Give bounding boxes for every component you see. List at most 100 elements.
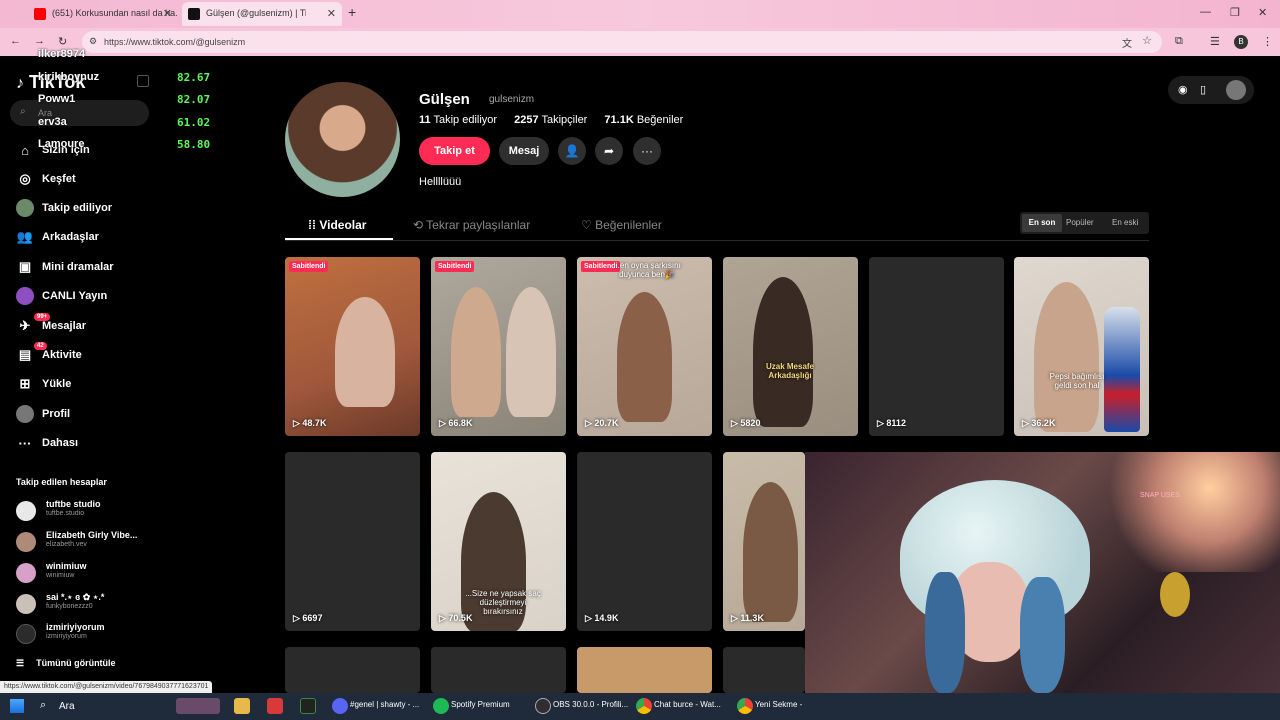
app-icon[interactable] bbox=[267, 698, 283, 714]
see-all-button[interactable]: ☰ Tümünü görüntüle bbox=[16, 658, 116, 669]
video-card[interactable]: Pepsi bağımlısı geldi son hal ▷ 36.2K bbox=[1014, 257, 1149, 436]
sidebar-item-mini-dramas[interactable]: ▣ Mini dramalar bbox=[16, 258, 256, 284]
search-input[interactable]: ⌕ Ara bbox=[10, 100, 149, 126]
view-count: ▷ 8112 bbox=[877, 418, 906, 429]
sidebar-item-more[interactable]: ··· Dahası bbox=[16, 434, 256, 460]
app-icon[interactable] bbox=[300, 698, 316, 714]
play-icon: ▷ bbox=[293, 613, 303, 623]
message-button[interactable]: Mesaj bbox=[499, 137, 549, 165]
video-card[interactable] bbox=[431, 647, 566, 693]
sort-option-popular[interactable]: Popüler bbox=[1066, 218, 1094, 227]
tab-videos[interactable]: ⁞⁞ Videolar bbox=[308, 218, 366, 232]
sidebar-item-live[interactable]: CANLI Yayın bbox=[16, 287, 256, 313]
tab-reposts[interactable]: ⟲ Tekrar paylaşılanlar bbox=[413, 218, 530, 232]
video-thumbnail-figure bbox=[743, 482, 798, 622]
reload-icon[interactable]: ↻ bbox=[58, 35, 67, 48]
tab-liked[interactable]: ♡ Beğenilenler bbox=[581, 218, 662, 232]
video-card[interactable] bbox=[723, 647, 805, 693]
username: gulsenizm bbox=[489, 94, 535, 105]
bookmark-star-icon[interactable]: ☆ bbox=[1142, 34, 1152, 47]
new-tab-button[interactable]: + bbox=[348, 4, 356, 20]
profile-avatar[interactable]: B bbox=[1234, 35, 1248, 49]
sidebar-item-label: Profil bbox=[42, 408, 71, 420]
more-options-button[interactable]: ··· bbox=[633, 137, 661, 165]
video-card[interactable]: Sabitlendi ▷ 48.7K bbox=[285, 257, 420, 436]
video-card[interactable]: ▷ 14.9K bbox=[577, 452, 712, 631]
view-count: ▷ 5820 bbox=[731, 418, 760, 429]
minimize-icon[interactable]: — bbox=[1200, 6, 1211, 18]
site-info-icon[interactable]: ⚙ bbox=[89, 36, 97, 47]
forward-icon[interactable]: → bbox=[34, 35, 45, 47]
spotify-icon[interactable] bbox=[433, 698, 449, 714]
collapse-sidebar-icon[interactable] bbox=[137, 75, 149, 87]
browser-tab-youtube[interactable]: (651) Korkusundan nasıl da ha... ✕ bbox=[28, 2, 178, 26]
taskbar-app-chrome-chat[interactable]: Chat burce - Wat... bbox=[654, 700, 721, 709]
close-tab-icon[interactable]: ✕ bbox=[163, 7, 172, 20]
sidebar-item-messages[interactable]: ✈ 99+ Mesajlar bbox=[16, 313, 256, 343]
url-field[interactable]: ⚙ https://www.tiktok.com/@gulsenizm 文 ☆ bbox=[82, 31, 1162, 53]
video-card[interactable]: Uzak Mesafe Arkadaşlığı ▷ 5820 bbox=[723, 257, 858, 436]
add-user-icon: 👤 bbox=[564, 144, 580, 158]
back-icon[interactable]: ← bbox=[10, 35, 21, 47]
device-icon[interactable]: ▯ bbox=[1200, 83, 1206, 96]
extensions-icon[interactable]: ⧉ bbox=[1175, 35, 1183, 48]
browser-tab-tiktok[interactable]: Gülşen (@gulsenizm) | TikT... ✕ bbox=[182, 2, 342, 26]
windows-start-icon[interactable] bbox=[10, 699, 24, 713]
taskbar-app-discord[interactable]: #genel | shawty - ... bbox=[350, 700, 419, 709]
sidebar-item-friends[interactable]: 👥 Arkadaşlar bbox=[16, 228, 256, 254]
chrome-icon[interactable] bbox=[636, 698, 652, 714]
sidebar-item-activity[interactable]: ▤ 42 Aktivite bbox=[16, 342, 256, 372]
tab-title: Gülşen (@gulsenizm) | TikT... bbox=[206, 8, 306, 18]
sidebar-item-explore[interactable]: ◎ Keşfet bbox=[16, 170, 256, 196]
translate-icon[interactable]: 文 bbox=[1122, 35, 1132, 50]
restore-icon[interactable]: ❐ bbox=[1230, 6, 1240, 19]
menu-kebab-icon[interactable]: ⋮ bbox=[1262, 35, 1273, 48]
leaderboard-name: ilker8974 bbox=[38, 48, 86, 60]
sort-option-oldest[interactable]: En eski bbox=[1112, 218, 1138, 227]
avatar bbox=[16, 563, 36, 583]
video-card[interactable]: Sabitlendi ▷ 66.8K bbox=[431, 257, 566, 436]
obs-icon[interactable] bbox=[535, 698, 551, 714]
video-card[interactable] bbox=[285, 647, 420, 693]
share-button[interactable]: ➦ bbox=[595, 137, 623, 165]
taskbar-search[interactable]: Ara bbox=[59, 701, 75, 712]
following-account[interactable]: winimiuw winimiuw bbox=[16, 561, 256, 591]
following-account[interactable]: izmiriyiyorum izmiriyiyorum bbox=[16, 622, 256, 652]
sidebar-item-label: Takip ediliyor bbox=[42, 202, 113, 214]
video-card[interactable]: ▷ 6697 bbox=[285, 452, 420, 631]
following-account[interactable]: Elizabeth Girly Vibe... elizabeth.vev bbox=[16, 530, 256, 560]
leaderboard-score: 61.02 bbox=[177, 116, 211, 129]
list-icon: ☰ bbox=[16, 658, 25, 668]
video-card[interactable]: ▷ 11.3K bbox=[723, 452, 805, 631]
video-card[interactable]: ▷ 8112 bbox=[869, 257, 1004, 436]
close-tab-icon[interactable]: ✕ bbox=[327, 7, 336, 20]
user-avatar[interactable] bbox=[1226, 80, 1246, 100]
sidebar-item-upload[interactable]: ⊞ Yükle bbox=[16, 375, 256, 401]
account-name: sai *.⋆ ɞ ✿ ⋆.* bbox=[46, 592, 105, 602]
sidebar-item-profile[interactable]: Profil bbox=[16, 405, 256, 431]
close-window-icon[interactable]: ✕ bbox=[1258, 6, 1267, 19]
widget-icon[interactable] bbox=[176, 698, 220, 714]
webcam-hair-right bbox=[1020, 577, 1065, 693]
add-friend-button[interactable]: 👤 bbox=[558, 137, 586, 165]
taskbar-app-chrome-newtab[interactable]: Yeni Sekme - C... bbox=[755, 700, 805, 709]
sidepanel-icon[interactable]: ☰ bbox=[1210, 35, 1220, 48]
follow-button[interactable]: Takip et bbox=[419, 137, 490, 165]
sort-option-latest[interactable]: En son bbox=[1022, 214, 1062, 232]
coins-icon[interactable]: ◉ bbox=[1178, 83, 1188, 96]
followers-label[interactable]: Takipçiler bbox=[542, 114, 588, 126]
video-card[interactable]: Sabitlendi ...en oyna şarkısını duyunca … bbox=[577, 257, 712, 436]
taskbar-search-icon: ⌕ bbox=[40, 699, 47, 711]
following-account[interactable]: tuftbe studio tuftbe.studio bbox=[16, 499, 256, 529]
account-username: funkybonezzz0 bbox=[46, 603, 93, 610]
following-account[interactable]: sai *.⋆ ɞ ✿ ⋆.* funkybonezzz0 bbox=[16, 592, 256, 622]
chrome-icon[interactable] bbox=[737, 698, 753, 714]
file-explorer-icon[interactable] bbox=[234, 698, 250, 714]
video-card[interactable]: ...Size ne yapsak saç düzleştirmeyi bıra… bbox=[431, 452, 566, 631]
taskbar-app-obs[interactable]: OBS 30.0.0 - Profili... bbox=[553, 700, 628, 709]
taskbar-app-spotify[interactable]: Spotify Premium bbox=[451, 700, 510, 709]
video-card[interactable] bbox=[577, 647, 712, 693]
following-label[interactable]: Takip ediliyor bbox=[434, 114, 498, 126]
discord-icon[interactable] bbox=[332, 698, 348, 714]
sidebar-item-following[interactable]: Takip ediliyor bbox=[16, 199, 256, 225]
